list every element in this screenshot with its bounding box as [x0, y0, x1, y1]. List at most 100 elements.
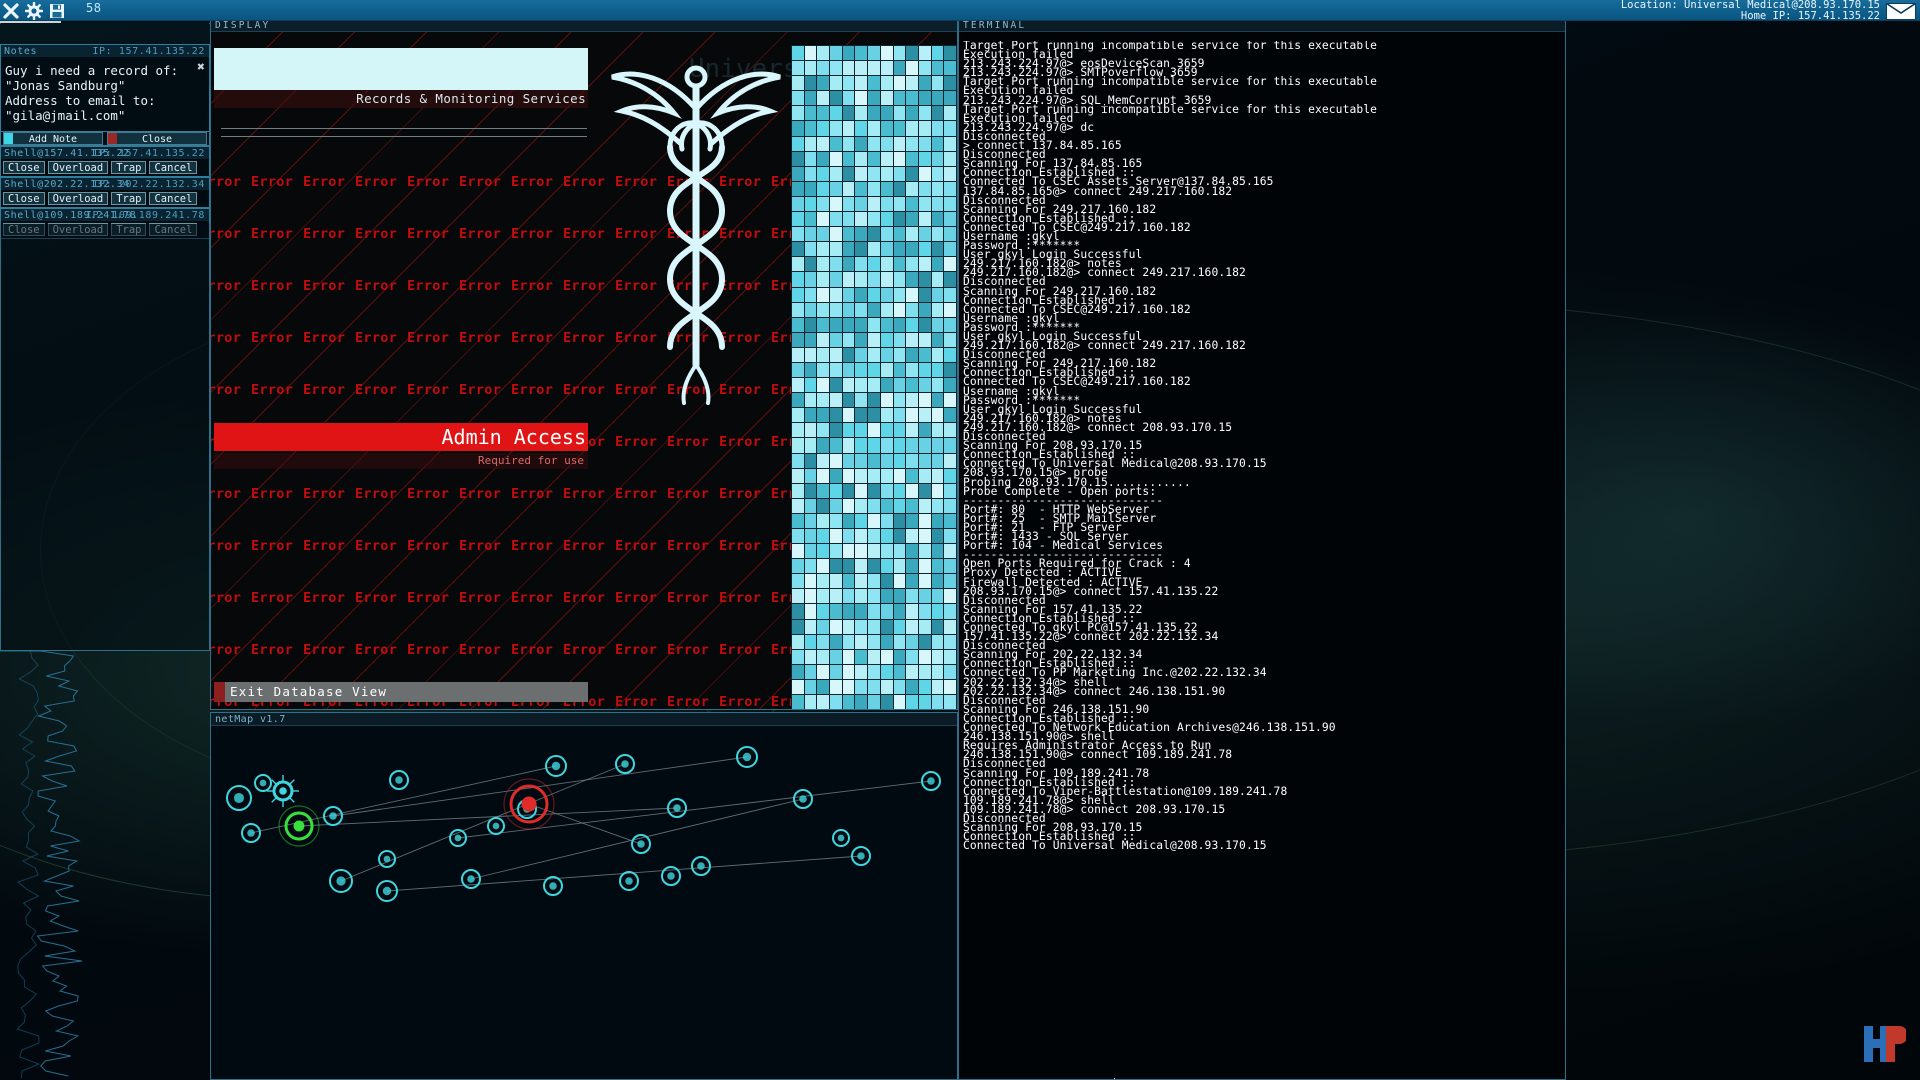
mosaic-tile	[804, 151, 817, 166]
shell-overload-button[interactable]: Overload	[47, 161, 109, 174]
mosaic-tile	[918, 393, 931, 408]
mosaic-tile	[842, 513, 855, 528]
netmap-node[interactable]	[376, 880, 398, 902]
terminal-input-line[interactable]: 208.93.170.15@>	[963, 1063, 1116, 1079]
netmap-node[interactable]	[241, 823, 261, 843]
terminal-line: 157.41.135.22@> connect 202.22.132.34	[963, 630, 1219, 644]
error-cell: Error	[211, 226, 242, 242]
netmap-canvas[interactable]	[211, 726, 957, 1079]
netmap-node[interactable]	[691, 856, 711, 876]
mosaic-tile	[893, 302, 906, 317]
exit-database-view-button[interactable]: Exit Database View	[214, 682, 588, 702]
mosaic-tile	[842, 393, 855, 408]
netmap-node[interactable]	[226, 785, 252, 811]
mosaic-tile	[880, 695, 893, 709]
mosaic-tile	[918, 136, 931, 151]
mosaic-tile	[830, 212, 842, 227]
netmap-node[interactable]	[545, 755, 567, 777]
mosaic-tile	[830, 408, 842, 423]
shell-cancel-button[interactable]: Cancel	[149, 192, 198, 205]
mosaic-tile	[842, 619, 855, 634]
mosaic-tile	[830, 302, 842, 317]
shell-cancel-button[interactable]: Cancel	[149, 161, 198, 174]
netmap-panel[interactable]: netMap v1.7	[210, 712, 958, 1080]
mosaic-tile	[893, 649, 906, 664]
mosaic-tile	[817, 589, 830, 604]
shell-overload-button[interactable]: Overload	[47, 192, 109, 205]
mosaic-tile	[817, 272, 830, 287]
add-note-button[interactable]: Add Note	[3, 132, 103, 145]
error-cell: Error	[407, 590, 450, 606]
mosaic-tile	[792, 257, 804, 272]
mosaic-tile	[792, 181, 804, 196]
error-cell: Error	[511, 278, 554, 294]
shell-trap-button[interactable]: Trap	[111, 192, 147, 205]
notes-text[interactable]: Guy i need a record of: "Jonas Sandburg"…	[5, 63, 205, 123]
close-icon[interactable]: ✖	[197, 61, 205, 74]
mosaic-tile	[842, 272, 855, 287]
netmap-node[interactable]	[503, 778, 555, 830]
envelope-icon[interactable]	[1886, 3, 1916, 20]
netmap-node[interactable]	[851, 846, 871, 866]
error-cell: Error	[615, 590, 658, 606]
mosaic-tile	[944, 679, 956, 695]
mosaic-tile	[855, 453, 868, 468]
close-notes-swatch	[108, 133, 117, 144]
terminal-panel[interactable]: TERMINAL Target Port running incompatibl…	[958, 18, 1566, 1080]
close-notes-button[interactable]: Close	[107, 132, 207, 145]
shell-trap-button[interactable]: Trap	[111, 161, 147, 174]
netmap-node[interactable]	[487, 817, 505, 835]
error-cell: Error	[407, 226, 450, 242]
mosaic-tile	[830, 272, 842, 287]
netmap-node[interactable]	[461, 869, 481, 889]
error-cell: Error	[355, 174, 398, 190]
mosaic-tile	[880, 212, 893, 227]
mosaic-tile	[868, 559, 880, 574]
netmap-node[interactable]	[736, 746, 758, 768]
mosaic-tile	[792, 695, 804, 709]
error-cell: Error	[719, 434, 762, 450]
shell-close-button[interactable]: Close	[3, 192, 45, 205]
netmap-node[interactable]	[921, 771, 941, 791]
error-cell: Error	[719, 590, 762, 606]
mosaic-tile	[842, 362, 855, 378]
netmap-node[interactable]	[254, 774, 272, 792]
netmap-node[interactable]	[278, 805, 320, 847]
netmap-node[interactable]	[543, 876, 563, 896]
mosaic-tile	[880, 181, 893, 196]
gear-icon[interactable]	[25, 1, 43, 20]
mosaic-tile	[944, 649, 956, 664]
mosaic-tile	[931, 332, 944, 347]
netmap-node[interactable]	[619, 871, 639, 891]
mosaic-tile	[880, 257, 893, 272]
mosaic-tile	[868, 106, 880, 121]
netmap-node[interactable]	[832, 829, 850, 847]
netmap-node[interactable]	[389, 770, 409, 790]
close-x-icon[interactable]	[2, 2, 20, 20]
mosaic-tile	[792, 166, 804, 181]
error-cell: Error	[355, 226, 398, 242]
error-cell: Error	[615, 226, 658, 242]
netmap-node[interactable]	[378, 850, 396, 868]
mosaic-tile	[918, 679, 931, 695]
shell-close-button[interactable]: Close	[3, 161, 45, 174]
netmap-node[interactable]	[267, 775, 299, 807]
mosaic-tile	[842, 604, 855, 619]
mosaic-tile	[804, 408, 817, 423]
mosaic-tile	[817, 196, 830, 212]
netmap-node[interactable]	[615, 754, 635, 774]
mosaic-tile	[906, 498, 918, 513]
mosaic-tile	[792, 136, 804, 151]
netmap-node[interactable]	[793, 789, 813, 809]
mosaic-tile	[918, 664, 931, 679]
mosaic-tile	[880, 362, 893, 378]
mosaic-tile	[944, 544, 956, 559]
netmap-node[interactable]	[329, 869, 353, 893]
mosaic-tile	[918, 76, 931, 91]
mosaic-tile	[868, 166, 880, 181]
floppy-save-icon[interactable]	[48, 2, 66, 20]
mosaic-tile	[804, 529, 817, 544]
terminal-line: 249.217.160.182@> connect 208.93.170.15	[963, 420, 1233, 434]
error-cell: Error	[667, 590, 710, 606]
mosaic-tile	[931, 679, 944, 695]
